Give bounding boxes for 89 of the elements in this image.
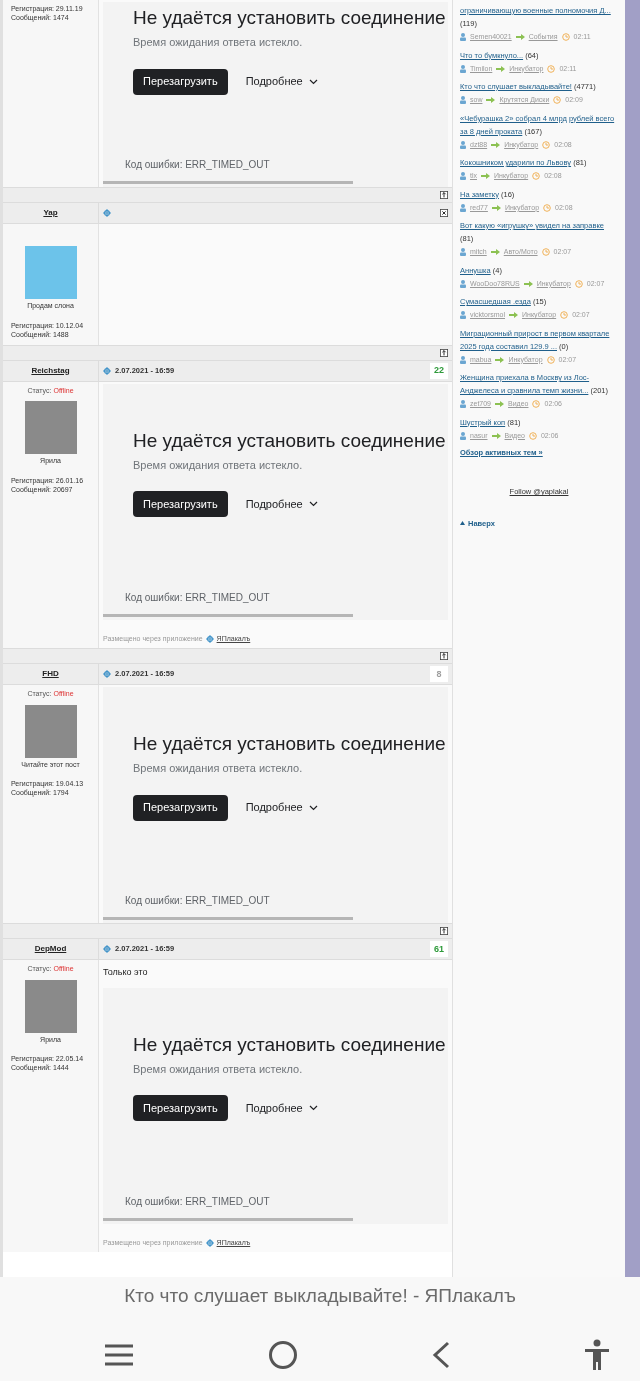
up-arrow-icon[interactable] (440, 652, 448, 660)
avatar-placeholder (24, 246, 77, 299)
chevron-down-icon (308, 804, 318, 811)
username-link[interactable]: Yap (43, 207, 58, 219)
clock-icon (553, 96, 562, 105)
chevron-down-icon (308, 501, 318, 507)
username-link[interactable]: DepMod (34, 943, 67, 955)
avatar-placeholder (24, 704, 77, 758)
error-code: Код ошибки: ERR_TIMED_OUT (124, 590, 271, 605)
rating-value: 8 (436, 669, 442, 679)
up-arrow-icon[interactable] (440, 191, 448, 199)
clock-icon (547, 64, 556, 73)
clock-icon (574, 279, 583, 288)
page-title: Кто что слушает выкладывайте! - ЯПлакалъ (124, 1284, 516, 1308)
user-icon (460, 33, 466, 42)
details-button[interactable]: Подробнее (245, 799, 318, 816)
clock-icon (546, 355, 555, 364)
user-icon (460, 96, 466, 105)
anchor-icon[interactable] (103, 945, 111, 953)
arrow-right-icon (515, 34, 525, 41)
user-icon (460, 279, 466, 288)
post-text: Только это (103, 966, 149, 979)
reload-button[interactable]: Перезагрузить (133, 794, 228, 821)
clock-icon (560, 311, 569, 320)
arrow-right-icon (491, 141, 501, 148)
reload-button[interactable]: Перезагрузить (133, 491, 228, 517)
error-message: Время ожидания ответа истекло. (133, 35, 304, 50)
error-heading: Не удаётся установить соединение (133, 1032, 447, 1057)
rating-value: 22 (434, 366, 444, 375)
user-icon (460, 248, 466, 257)
avatar-placeholder (24, 979, 77, 1033)
home-circle-icon[interactable] (268, 1339, 298, 1370)
anchor-icon[interactable] (103, 670, 111, 678)
arrow-right-icon (486, 97, 496, 104)
error-heading: Не удаётся установить соединение (133, 732, 447, 756)
back-icon[interactable] (431, 1340, 451, 1369)
up-triangle-icon (460, 521, 465, 526)
details-button[interactable]: Подробнее (245, 73, 318, 90)
username-link[interactable]: Reichstag (31, 364, 70, 377)
username-link[interactable]: FHD (42, 668, 59, 680)
arrow-right-icon (491, 432, 501, 439)
error-code: Код ошибки: ERR_TIMED_OUT (124, 894, 271, 908)
clock-icon (532, 172, 541, 181)
error-code: Код ошибки: ERR_TIMED_OUT (124, 1194, 271, 1209)
rating-value: 61 (434, 944, 444, 954)
up-arrow-icon[interactable] (440, 927, 448, 935)
anchor-icon[interactable] (205, 634, 214, 643)
close-icon[interactable] (440, 209, 448, 217)
clock-icon (541, 248, 550, 257)
clock-icon (561, 33, 570, 42)
user-icon (460, 172, 466, 181)
user-icon (460, 400, 466, 409)
clock-icon (543, 203, 552, 212)
arrow-right-icon (481, 173, 490, 180)
error-message: Время ожидания ответа истекло. (133, 1061, 304, 1077)
user-icon (460, 311, 466, 320)
clock-icon (528, 431, 537, 440)
arrow-right-icon (523, 280, 533, 287)
avatar-placeholder (24, 401, 77, 454)
arrow-right-icon (509, 312, 518, 319)
user-icon (460, 203, 466, 212)
details-button[interactable]: Подробнее (245, 495, 318, 513)
arrow-right-icon (496, 65, 506, 72)
anchor-icon[interactable] (205, 1238, 214, 1247)
details-button[interactable]: Подробнее (245, 1099, 318, 1117)
chevron-down-icon (308, 1105, 318, 1111)
anchor-icon[interactable] (103, 366, 111, 375)
clock-icon (532, 400, 541, 409)
clock-icon (542, 140, 551, 149)
menu-icon[interactable] (103, 1342, 135, 1367)
user-icon (460, 355, 466, 364)
accessibility-icon[interactable] (584, 1338, 610, 1371)
error-heading: Не удаётся установить соединение (133, 428, 447, 453)
reload-button[interactable]: Перезагрузить (133, 1095, 228, 1121)
arrow-right-icon (495, 356, 505, 363)
chevron-down-icon (308, 78, 318, 85)
error-message: Время ожидания ответа истекло. (133, 761, 304, 776)
up-arrow-icon[interactable] (440, 348, 448, 357)
user-icon (460, 140, 466, 149)
arrow-right-icon (491, 204, 501, 211)
user-icon (460, 64, 466, 73)
reload-button[interactable]: Перезагрузить (133, 68, 228, 95)
error-message: Время ожидания ответа истекло. (133, 457, 304, 473)
error-heading: Не удаётся установить соединение (133, 6, 447, 30)
error-code: Код ошибки: ERR_TIMED_OUT (124, 158, 271, 172)
arrow-right-icon (495, 401, 505, 408)
user-icon (460, 431, 466, 440)
arrow-right-icon (490, 249, 500, 256)
anchor-icon[interactable] (103, 209, 111, 217)
